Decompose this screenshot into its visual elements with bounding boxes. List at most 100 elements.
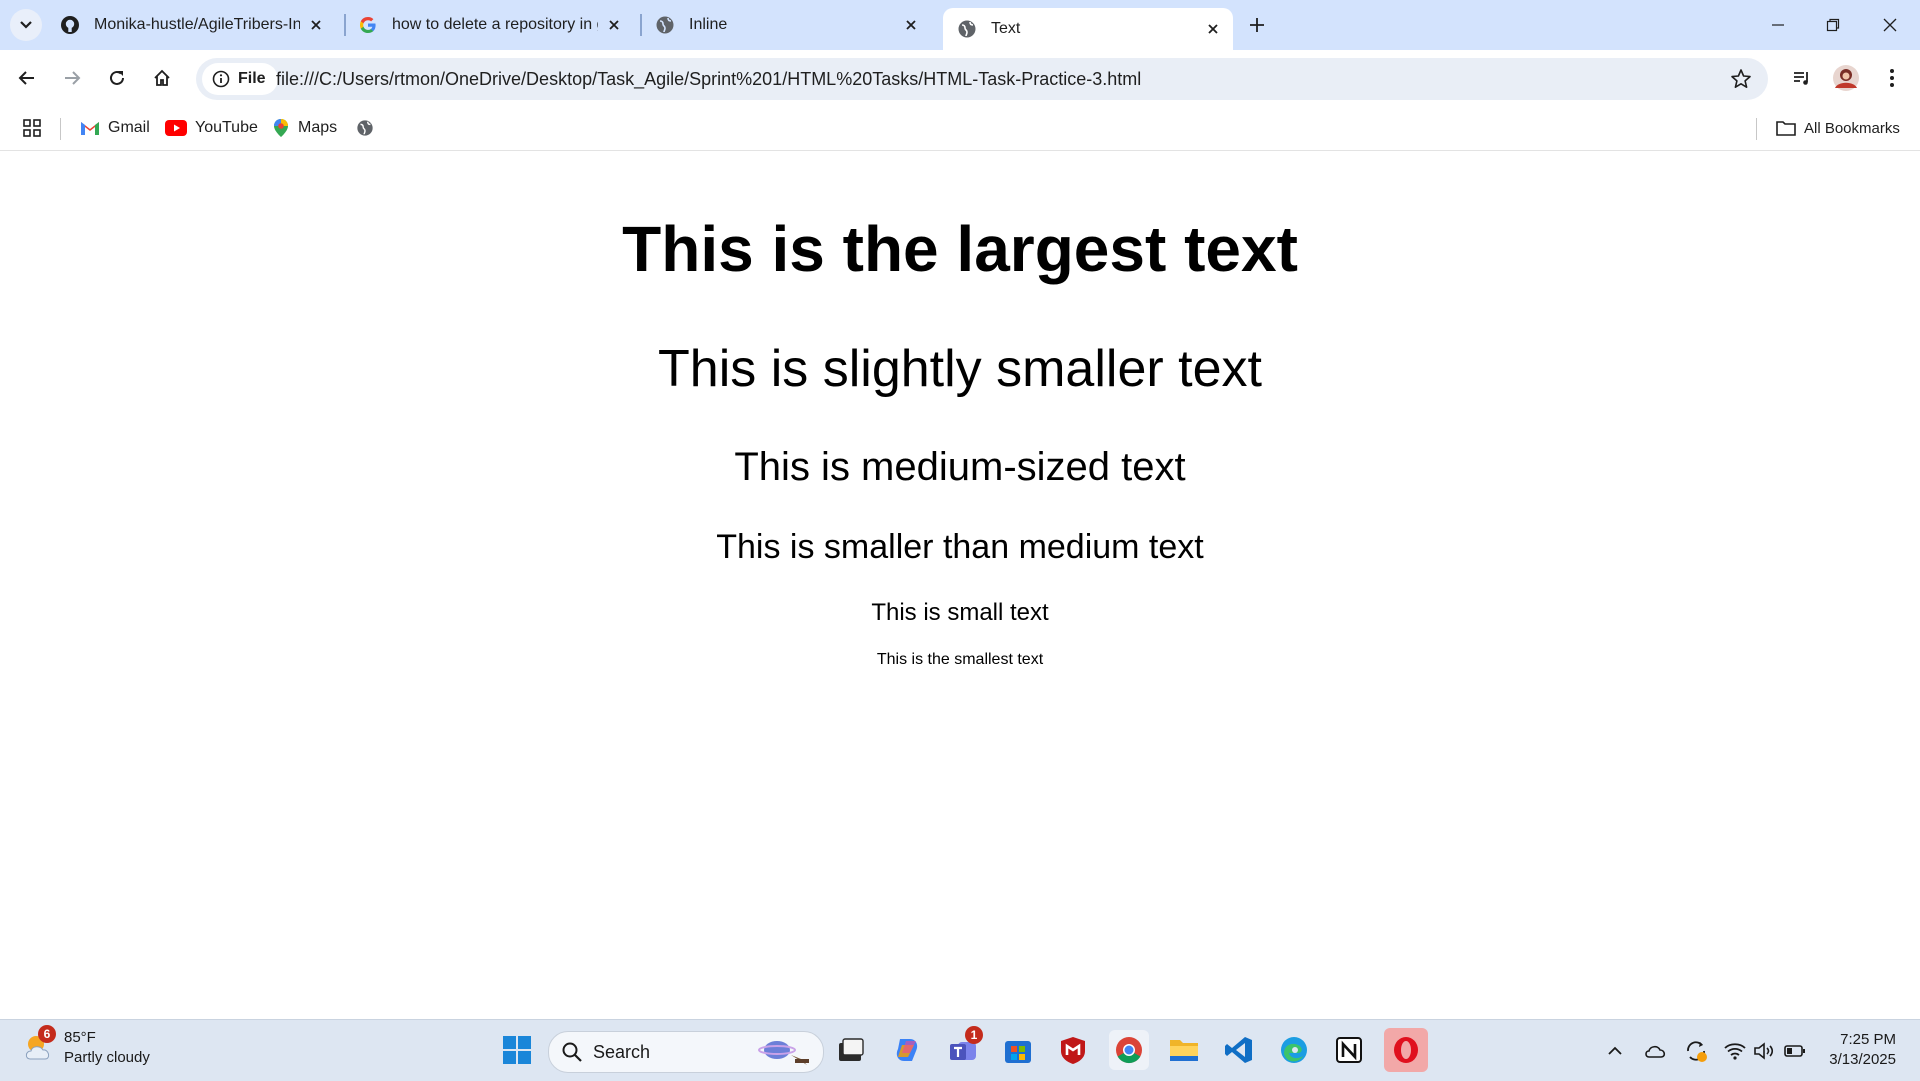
clock[interactable]: 7:25 PM 3/13/2025 xyxy=(1829,1030,1896,1070)
teams-button[interactable]: 1 xyxy=(943,1026,983,1070)
tab-google-search[interactable]: how to delete a repository in gi xyxy=(344,8,634,42)
weather-temperature: 85°F xyxy=(64,1029,96,1046)
heading-smaller-than-medium: This is smaller than medium text xyxy=(716,528,1204,566)
bookmark-label: YouTube xyxy=(195,119,258,136)
task-view-button[interactable] xyxy=(831,1030,871,1070)
weather-widget[interactable]: 6 85°F Partly cloudy xyxy=(22,1025,150,1068)
profile-avatar[interactable] xyxy=(1828,60,1864,96)
chrome-menu-button[interactable] xyxy=(1874,60,1910,96)
restore-button[interactable] xyxy=(1813,10,1853,40)
all-bookmarks-label: All Bookmarks xyxy=(1804,119,1900,137)
bookmarks-bar: Gmail YouTube Maps All Bookmarks xyxy=(0,106,1920,151)
restore-icon xyxy=(1826,18,1840,32)
star-icon[interactable] xyxy=(1730,68,1752,90)
info-icon xyxy=(212,70,230,88)
tab-title: Monika-hustle/AgileTribers-Inte xyxy=(94,16,300,33)
heading-largest: This is the largest text xyxy=(622,213,1298,285)
close-window-button[interactable] xyxy=(1870,10,1910,40)
globe-icon xyxy=(656,16,674,34)
mcafee-button[interactable] xyxy=(1053,1030,1093,1070)
close-icon[interactable] xyxy=(604,15,624,35)
site-info-chip[interactable]: File xyxy=(202,63,278,95)
notion-button[interactable] xyxy=(1329,1030,1369,1070)
bookmark-separator xyxy=(1756,118,1757,140)
bookmark-maps[interactable]: Maps xyxy=(272,116,337,140)
speaker-icon xyxy=(1754,1042,1774,1060)
edge-button[interactable] xyxy=(1274,1030,1314,1070)
sync-status-button[interactable] xyxy=(1683,1038,1709,1064)
media-controls-button[interactable] xyxy=(1784,60,1820,96)
windows-logo-icon xyxy=(503,1036,531,1064)
home-button[interactable] xyxy=(144,60,180,96)
back-button[interactable] xyxy=(9,60,45,96)
tab-title: Text xyxy=(991,20,1021,37)
arrow-right-icon xyxy=(65,71,81,85)
clock-time: 7:25 PM xyxy=(1840,1031,1896,1048)
tab-inline[interactable]: Inline xyxy=(641,8,931,42)
url-text[interactable]: file:///C:/Users/rtmon/OneDrive/Desktop/… xyxy=(276,69,1141,90)
forward-button[interactable] xyxy=(54,60,90,96)
task-view-icon xyxy=(839,1038,864,1061)
close-icon[interactable] xyxy=(901,15,921,35)
page-content: This is the largest text This is slightl… xyxy=(0,151,1920,1019)
google-icon xyxy=(360,17,376,33)
minimize-icon xyxy=(1772,24,1784,26)
volume-button[interactable] xyxy=(1751,1038,1777,1064)
tab-text-active[interactable]: Text xyxy=(943,8,1233,50)
notion-icon xyxy=(1336,1037,1362,1063)
new-tab-button[interactable] xyxy=(1244,12,1270,38)
browser-toolbar: File file:///C:/Users/rtmon/OneDrive/Des… xyxy=(0,50,1920,106)
vscode-button[interactable] xyxy=(1219,1030,1259,1070)
start-button[interactable] xyxy=(497,1030,537,1070)
apps-grid-icon xyxy=(23,119,41,137)
battery-icon xyxy=(1784,1045,1805,1057)
taskbar-search[interactable]: Search xyxy=(548,1031,824,1073)
all-bookmarks-button[interactable]: All Bookmarks xyxy=(1776,116,1900,140)
sync-warning-icon xyxy=(1687,1041,1707,1062)
bookmark-gmail[interactable]: Gmail xyxy=(80,116,150,140)
site-info-label: File xyxy=(238,70,266,87)
tab-github[interactable]: Monika-hustle/AgileTribers-Inte xyxy=(46,8,336,42)
reload-button[interactable] xyxy=(99,60,135,96)
weather-condition: Partly cloudy xyxy=(64,1049,150,1066)
battery-button[interactable] xyxy=(1782,1038,1808,1064)
onedrive-button[interactable] xyxy=(1642,1038,1668,1064)
more-vertical-icon xyxy=(1890,69,1894,87)
opera-button[interactable] xyxy=(1384,1028,1428,1072)
bookmark-globe[interactable] xyxy=(356,116,374,140)
cloud-icon xyxy=(1645,1045,1666,1058)
heading-small: This is small text xyxy=(871,599,1049,626)
maps-icon xyxy=(274,119,288,137)
copilot-button[interactable] xyxy=(887,1030,927,1070)
mcafee-shield-icon xyxy=(1061,1037,1085,1064)
folder-icon xyxy=(1170,1040,1198,1061)
close-icon[interactable] xyxy=(1203,19,1223,39)
minimize-button[interactable] xyxy=(1758,10,1798,40)
playlist-icon xyxy=(1794,72,1808,85)
address-bar[interactable]: File file:///C:/Users/rtmon/OneDrive/Des… xyxy=(196,58,1768,100)
close-icon[interactable] xyxy=(306,15,326,35)
search-highlight-icon xyxy=(758,1041,809,1065)
chrome-taskbar-button[interactable] xyxy=(1109,1030,1149,1070)
tab-search-button[interactable] xyxy=(10,9,42,41)
youtube-icon xyxy=(165,120,187,136)
avatar-icon xyxy=(1833,65,1859,91)
microsoft-store-button[interactable] xyxy=(998,1030,1038,1070)
store-icon xyxy=(1005,1041,1031,1063)
heading-smallest: This is the smallest text xyxy=(876,651,1044,668)
home-icon xyxy=(154,69,170,86)
gmail-icon xyxy=(81,122,99,135)
opera-icon xyxy=(1394,1037,1418,1063)
bookmark-youtube[interactable]: YouTube xyxy=(165,116,258,140)
file-explorer-button[interactable] xyxy=(1164,1030,1204,1070)
wifi-button[interactable] xyxy=(1722,1038,1748,1064)
taskbar-search-label: Search xyxy=(593,1041,651,1062)
bookmark-label: Maps xyxy=(298,119,338,136)
show-hidden-icons-button[interactable] xyxy=(1602,1038,1628,1064)
tab-strip: Monika-hustle/AgileTribers-Inte how to d… xyxy=(0,0,1920,50)
apps-button[interactable] xyxy=(22,116,42,140)
arrow-left-icon xyxy=(18,71,34,85)
search-icon xyxy=(562,1042,582,1062)
wifi-icon xyxy=(1724,1043,1746,1060)
tab-title: Inline xyxy=(689,16,728,33)
